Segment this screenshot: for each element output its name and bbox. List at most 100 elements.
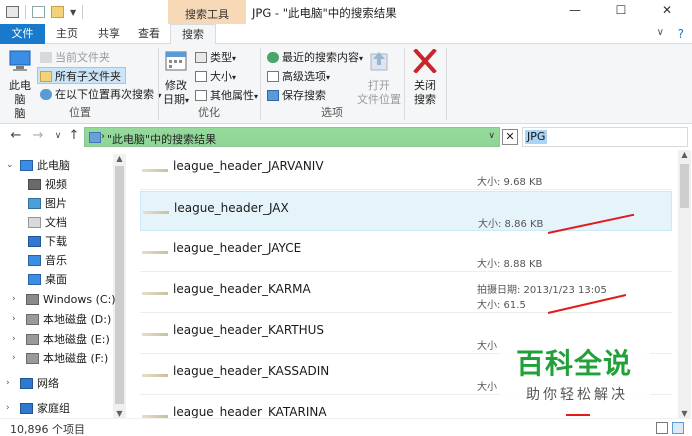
- other-properties-label: 其他属性: [210, 89, 254, 102]
- nav-item-label: 图片: [45, 197, 67, 210]
- file-row[interactable]: league_header_JARVANIV 大小: 9.68 KB: [140, 150, 672, 190]
- close-search-button[interactable]: 关闭 搜索: [408, 48, 442, 107]
- image-thumbnail: [142, 251, 168, 254]
- nav-item[interactable]: 音乐: [0, 251, 112, 270]
- window-title: JPG - "此电脑"中的搜索结果: [252, 6, 397, 20]
- nav-item-label: 本地磁盘 (E:): [43, 333, 110, 346]
- address-bar[interactable]: › "此电脑"中的搜索结果 ∨: [84, 127, 500, 147]
- kind-button[interactable]: 类型▾: [193, 49, 236, 66]
- clear-search-button[interactable]: ✕: [502, 129, 518, 145]
- open-location-label: 打开: [368, 79, 390, 92]
- tab-share[interactable]: 共享: [88, 24, 130, 44]
- ribbon-collapse-icon[interactable]: ∨: [657, 27, 664, 38]
- search-input[interactable]: JPG: [522, 127, 688, 147]
- file-row[interactable]: league_header_JAYCE 大小: 8.88 KB: [140, 232, 672, 272]
- scroll-down-icon[interactable]: ▼: [113, 409, 126, 418]
- nav-item[interactable]: › 本地磁盘 (D:): [0, 310, 112, 329]
- nav-item[interactable]: › 本地磁盘 (F:): [0, 349, 112, 368]
- results-scroll-thumb[interactable]: [680, 164, 689, 208]
- file-row[interactable]: league_header_JAX 大小: 8.86 KB: [140, 191, 672, 231]
- expand-chevron-icon[interactable]: ›: [12, 349, 16, 368]
- recent-searches-button[interactable]: 最近的搜索内容▾: [265, 49, 363, 66]
- nav-item[interactable]: ⌄ 此电脑: [0, 156, 112, 175]
- scroll-up-icon[interactable]: ▲: [113, 154, 126, 163]
- options-group-label: 选项: [321, 106, 343, 119]
- expand-chevron-icon[interactable]: ›: [12, 310, 16, 329]
- properties-icon[interactable]: [32, 6, 45, 18]
- image-thumbnail: [143, 211, 169, 214]
- help-icon[interactable]: ?: [678, 27, 684, 41]
- back-arrow-icon[interactable]: ←: [8, 128, 24, 144]
- nav-item[interactable]: 图片: [0, 194, 112, 213]
- nav-item[interactable]: 视频: [0, 175, 112, 194]
- date-modified-button[interactable]: 修改 日期▾: [161, 49, 191, 108]
- watermark-title: 百科全说: [516, 347, 633, 380]
- location-group: 此电脑 脑 当前文件夹 所有子文件夹 在以下位置再次搜索 ▾ 位置: [0, 44, 162, 124]
- image-thumbnail: [142, 333, 168, 336]
- address-history-chevron-icon[interactable]: ∨: [488, 131, 495, 141]
- search-again-in-button[interactable]: 在以下位置再次搜索 ▾: [38, 86, 162, 103]
- recent-locations-chevron-icon[interactable]: ∨: [50, 128, 66, 144]
- nav-scrollbar[interactable]: ▲ ▼: [113, 154, 126, 418]
- computer-icon: [9, 50, 31, 71]
- nav-item-label: 下载: [45, 235, 67, 248]
- file-name: league_header_KARTHUS: [173, 323, 325, 337]
- forward-arrow-icon[interactable]: →: [30, 128, 46, 144]
- nav-item[interactable]: › 本地磁盘 (E:): [0, 330, 112, 349]
- expand-chevron-icon[interactable]: ›: [6, 374, 10, 393]
- results-scrollbar[interactable]: ▲ ▼: [678, 150, 691, 418]
- tab-search[interactable]: 搜索: [170, 24, 216, 45]
- close-window-button[interactable]: ✕: [644, 3, 690, 21]
- navigation-pane: ▲ ▼ ⌄ 此电脑 视频 图片 文档 下载 音乐 桌面 › Windows (C:) › 本地磁盘 (…: [0, 150, 126, 418]
- expand-chevron-icon[interactable]: ›: [6, 399, 10, 418]
- all-subfolders-button[interactable]: 所有子文件夹: [37, 67, 126, 84]
- nav-scroll-thumb[interactable]: [115, 166, 124, 404]
- nav-item-label: Windows (C:): [43, 293, 116, 306]
- file-name: league_header_KARMA: [173, 282, 311, 296]
- other-properties-button[interactable]: 其他属性▾: [193, 87, 258, 104]
- expand-chevron-icon[interactable]: ›: [12, 290, 16, 309]
- expand-chevron-icon[interactable]: ›: [12, 330, 16, 349]
- properties-list-icon: [195, 90, 207, 101]
- save-search-label: 保存搜索: [282, 89, 326, 102]
- nav-item[interactable]: › 家庭组: [0, 399, 112, 418]
- up-arrow-icon[interactable]: ↑: [66, 128, 82, 144]
- group-divider: [404, 48, 405, 120]
- ribbon-tabs: 文件 主页 共享 查看 搜索 ∨ ?: [0, 24, 692, 45]
- minimize-button[interactable]: —: [552, 3, 598, 21]
- content-view-icon[interactable]: [672, 422, 684, 434]
- save-search-button[interactable]: 保存搜索: [265, 87, 326, 104]
- breadcrumb[interactable]: "此电脑"中的搜索结果: [107, 131, 216, 147]
- collapse-chevron-icon[interactable]: ⌄: [6, 156, 14, 175]
- details-view-icon[interactable]: [656, 422, 668, 434]
- nav-item[interactable]: 桌面: [0, 270, 112, 289]
- new-folder-icon[interactable]: [51, 6, 64, 18]
- scroll-down-icon[interactable]: ▼: [678, 409, 691, 418]
- watermark-subtitle: 助你轻松解决: [526, 387, 628, 403]
- size-button[interactable]: 大小▾: [193, 68, 236, 85]
- maximize-button[interactable]: ☐: [598, 3, 644, 21]
- dropdown-arrow-icon: ▾: [254, 92, 259, 101]
- nav-item-label: 音乐: [45, 254, 67, 267]
- nav-item-label: 桌面: [45, 273, 67, 286]
- customize-toolbar-chevron-icon[interactable]: ▼: [70, 8, 76, 17]
- nav-item[interactable]: 文档: [0, 213, 112, 232]
- advanced-options-button[interactable]: 高级选项▾: [265, 68, 330, 85]
- open-file-location-button: 打开 文件位置: [357, 49, 401, 107]
- nav-item-label: 本地磁盘 (F:): [43, 352, 109, 365]
- nav-item[interactable]: › Windows (C:): [0, 290, 116, 309]
- tab-home[interactable]: 主页: [46, 24, 88, 44]
- file-name: league_header_JAX: [174, 201, 289, 215]
- scroll-up-icon[interactable]: ▲: [678, 150, 691, 159]
- folder-icon: [40, 52, 52, 63]
- recent-searches-label: 最近的搜索内容: [282, 51, 359, 64]
- nav-item[interactable]: › 网络: [0, 374, 112, 393]
- file-row[interactable]: league_header_KARMA 拍摄日期: 2013/1/23 13:05…: [140, 273, 672, 313]
- nav-item[interactable]: 下载: [0, 232, 112, 251]
- window-menu-icon[interactable]: [6, 6, 19, 18]
- tab-view[interactable]: 查看: [130, 24, 168, 44]
- group-divider: [446, 48, 447, 120]
- tab-file[interactable]: 文件: [0, 24, 45, 44]
- dropdown-arrow-icon: ▾: [232, 54, 237, 63]
- search-query[interactable]: JPG: [525, 130, 548, 144]
